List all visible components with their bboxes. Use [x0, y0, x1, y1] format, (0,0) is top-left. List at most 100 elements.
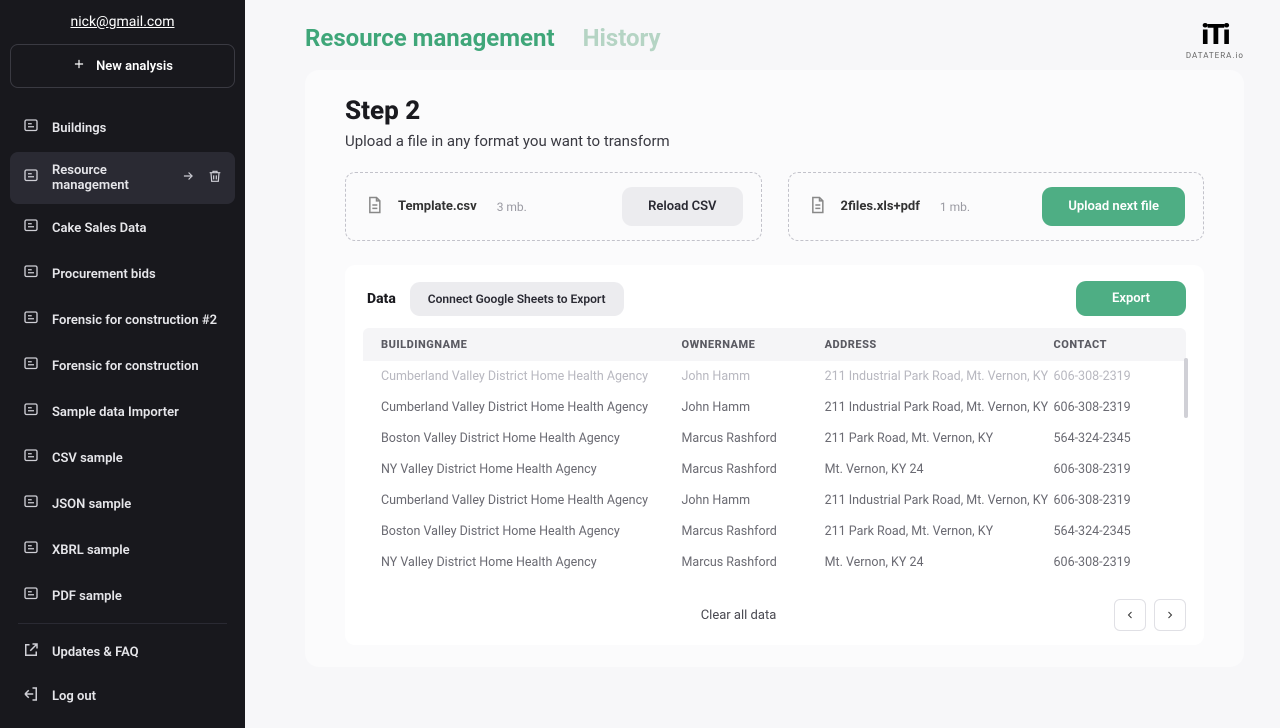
- document-icon: [22, 493, 40, 515]
- upload-next-file-button[interactable]: Upload next file: [1042, 187, 1185, 226]
- logout-label: Log out: [52, 689, 96, 704]
- chevron-left-icon: [1124, 606, 1136, 625]
- document-icon: [22, 309, 40, 331]
- cell-b: Cumberland Valley District Home Health A…: [381, 493, 681, 508]
- sidebar-item-label: Sample data Importer: [52, 405, 179, 420]
- trash-icon[interactable]: [207, 168, 223, 188]
- sidebar-item-cake-sales[interactable]: Cake Sales Data: [10, 206, 235, 250]
- step-subtitle: Upload a file in any format you want to …: [345, 132, 1204, 150]
- cell-b: Boston Valley District Home Health Agenc…: [381, 524, 681, 539]
- file-name: 2files.xls+pdf: [841, 199, 920, 214]
- col-header-ownername: OWNERNAME: [681, 338, 824, 351]
- sidebar-nav: Buildings Resource management Cake Sales…: [10, 106, 235, 617]
- sidebar-item-label: Buildings: [52, 121, 106, 136]
- document-icon: [22, 539, 40, 561]
- arrow-right-icon: [181, 169, 195, 187]
- upload-card-next: 2files.xls+pdf 1 mb. Upload next file: [788, 172, 1205, 241]
- file-size: 3 mb.: [497, 200, 527, 214]
- document-icon: [22, 217, 40, 239]
- file-icon: [807, 195, 827, 219]
- export-button[interactable]: Export: [1076, 281, 1186, 316]
- col-header-buildingname: BUILDINGNAME: [381, 338, 681, 351]
- clear-all-data-link[interactable]: Clear all data: [701, 608, 777, 623]
- sidebar-item-buildings[interactable]: Buildings: [10, 106, 235, 150]
- pager-next-button[interactable]: [1154, 599, 1186, 631]
- new-analysis-button[interactable]: New analysis: [10, 44, 235, 88]
- cell-a: 211 Industrial Park Road, Mt. Vernon, KY: [825, 493, 1054, 508]
- cell-a: Mt. Vernon, KY 24: [825, 555, 1054, 570]
- sidebar-item-pdf-sample[interactable]: PDF sample: [10, 574, 235, 617]
- user-email[interactable]: nick@gmail.com: [10, 14, 235, 30]
- document-icon: [22, 167, 40, 189]
- chevron-right-icon: [1164, 606, 1176, 625]
- cell-a: 211 Industrial Park Road, Mt. Vernon, KY: [825, 369, 1054, 384]
- plus-icon: [72, 57, 86, 75]
- table-row[interactable]: NY Valley District Home Health AgencyMar…: [363, 454, 1186, 485]
- cell-c: 606-308-2319: [1054, 369, 1168, 384]
- sidebar-item-label: Cake Sales Data: [52, 221, 146, 236]
- connect-google-sheets-button[interactable]: Connect Google Sheets to Export: [410, 282, 624, 316]
- sidebar-item-forensic[interactable]: Forensic for construction: [10, 344, 235, 388]
- reload-csv-button[interactable]: Reload CSV: [622, 187, 742, 226]
- cell-a: 211 Park Road, Mt. Vernon, KY: [825, 431, 1054, 446]
- cell-o: Marcus Rashford: [681, 431, 824, 446]
- file-size: 1 mb.: [940, 200, 970, 214]
- table-row[interactable]: NY Valley District Home Health AgencyMar…: [363, 578, 1186, 585]
- tab-resource-management[interactable]: Resource management: [305, 24, 555, 52]
- logo-mark: iTi: [1186, 18, 1244, 51]
- file-icon: [364, 195, 384, 219]
- cell-o: John Hamm: [681, 493, 824, 508]
- table-row[interactable]: NY Valley District Home Health AgencyMar…: [363, 547, 1186, 578]
- table-row[interactable]: Boston Valley District Home Health Agenc…: [363, 516, 1186, 547]
- sidebar-item-resource-management[interactable]: Resource management: [10, 152, 235, 204]
- sidebar-item-label: PDF sample: [52, 589, 122, 604]
- sidebar-item-json-sample[interactable]: JSON sample: [10, 482, 235, 526]
- cell-o: Marcus Rashford: [681, 524, 824, 539]
- tab-history[interactable]: History: [583, 24, 661, 52]
- cell-a: 211 Industrial Park Road, Mt. Vernon, KY: [825, 400, 1054, 415]
- cell-b: Cumberland Valley District Home Health A…: [381, 400, 681, 415]
- table-row[interactable]: Cumberland Valley District Home Health A…: [363, 485, 1186, 516]
- cell-b: Boston Valley District Home Health Agenc…: [381, 431, 681, 446]
- new-analysis-label: New analysis: [96, 59, 173, 74]
- cell-o: Marcus Rashford: [681, 555, 824, 570]
- document-icon: [22, 585, 40, 607]
- pager-prev-button[interactable]: [1114, 599, 1146, 631]
- updates-faq-link[interactable]: Updates & FAQ: [10, 630, 235, 674]
- updates-label: Updates & FAQ: [52, 645, 139, 660]
- cell-c: 606-308-2319: [1054, 400, 1168, 415]
- cell-o: Marcus Rashford: [681, 462, 824, 477]
- table-body[interactable]: Cumberland Valley District Home Health A…: [363, 361, 1186, 585]
- sidebar-item-xbrl-sample[interactable]: XBRL sample: [10, 528, 235, 572]
- table-header-row: BUILDINGNAME OWNERNAME ADDRESS CONTACT: [363, 328, 1186, 361]
- brand-logo: iTi DATATERA.io: [1186, 18, 1244, 60]
- sidebar-item-forensic-2[interactable]: Forensic for construction #2: [10, 298, 235, 342]
- document-icon: [22, 447, 40, 469]
- logo-subtitle: DATATERA.io: [1186, 51, 1244, 60]
- cell-b: Cumberland Valley District Home Health A…: [381, 369, 681, 384]
- sidebar-item-label: JSON sample: [52, 497, 131, 512]
- col-header-contact: CONTACT: [1054, 338, 1168, 351]
- sidebar-item-label: Procurement bids: [52, 267, 156, 282]
- step-title: Step 2: [345, 96, 1204, 126]
- scrollbar[interactable]: [1184, 358, 1188, 418]
- sidebar-item-sample-importer[interactable]: Sample data Importer: [10, 390, 235, 434]
- table-row[interactable]: Cumberland Valley District Home Health A…: [363, 361, 1186, 392]
- sidebar-item-label: CSV sample: [52, 451, 123, 466]
- col-header-address: ADDRESS: [825, 338, 1054, 351]
- cell-o: John Hamm: [681, 369, 824, 384]
- logout-link[interactable]: Log out: [10, 674, 235, 718]
- table-row[interactable]: Cumberland Valley District Home Health A…: [363, 392, 1186, 423]
- cell-b: NY Valley District Home Health Agency: [381, 555, 681, 570]
- cell-o: John Hamm: [681, 400, 824, 415]
- sidebar-item-label: Forensic for construction: [52, 359, 199, 374]
- sidebar-item-procurement[interactable]: Procurement bids: [10, 252, 235, 296]
- cell-c: 606-308-2319: [1054, 493, 1168, 508]
- sidebar-item-label: Resource management: [52, 163, 157, 193]
- upload-card-template: Template.csv 3 mb. Reload CSV: [345, 172, 762, 241]
- table-row[interactable]: Boston Valley District Home Health Agenc…: [363, 423, 1186, 454]
- logout-icon: [22, 685, 40, 707]
- sidebar-item-csv-sample[interactable]: CSV sample: [10, 436, 235, 480]
- cell-c: 564-324-2345: [1054, 524, 1168, 539]
- document-icon: [22, 263, 40, 285]
